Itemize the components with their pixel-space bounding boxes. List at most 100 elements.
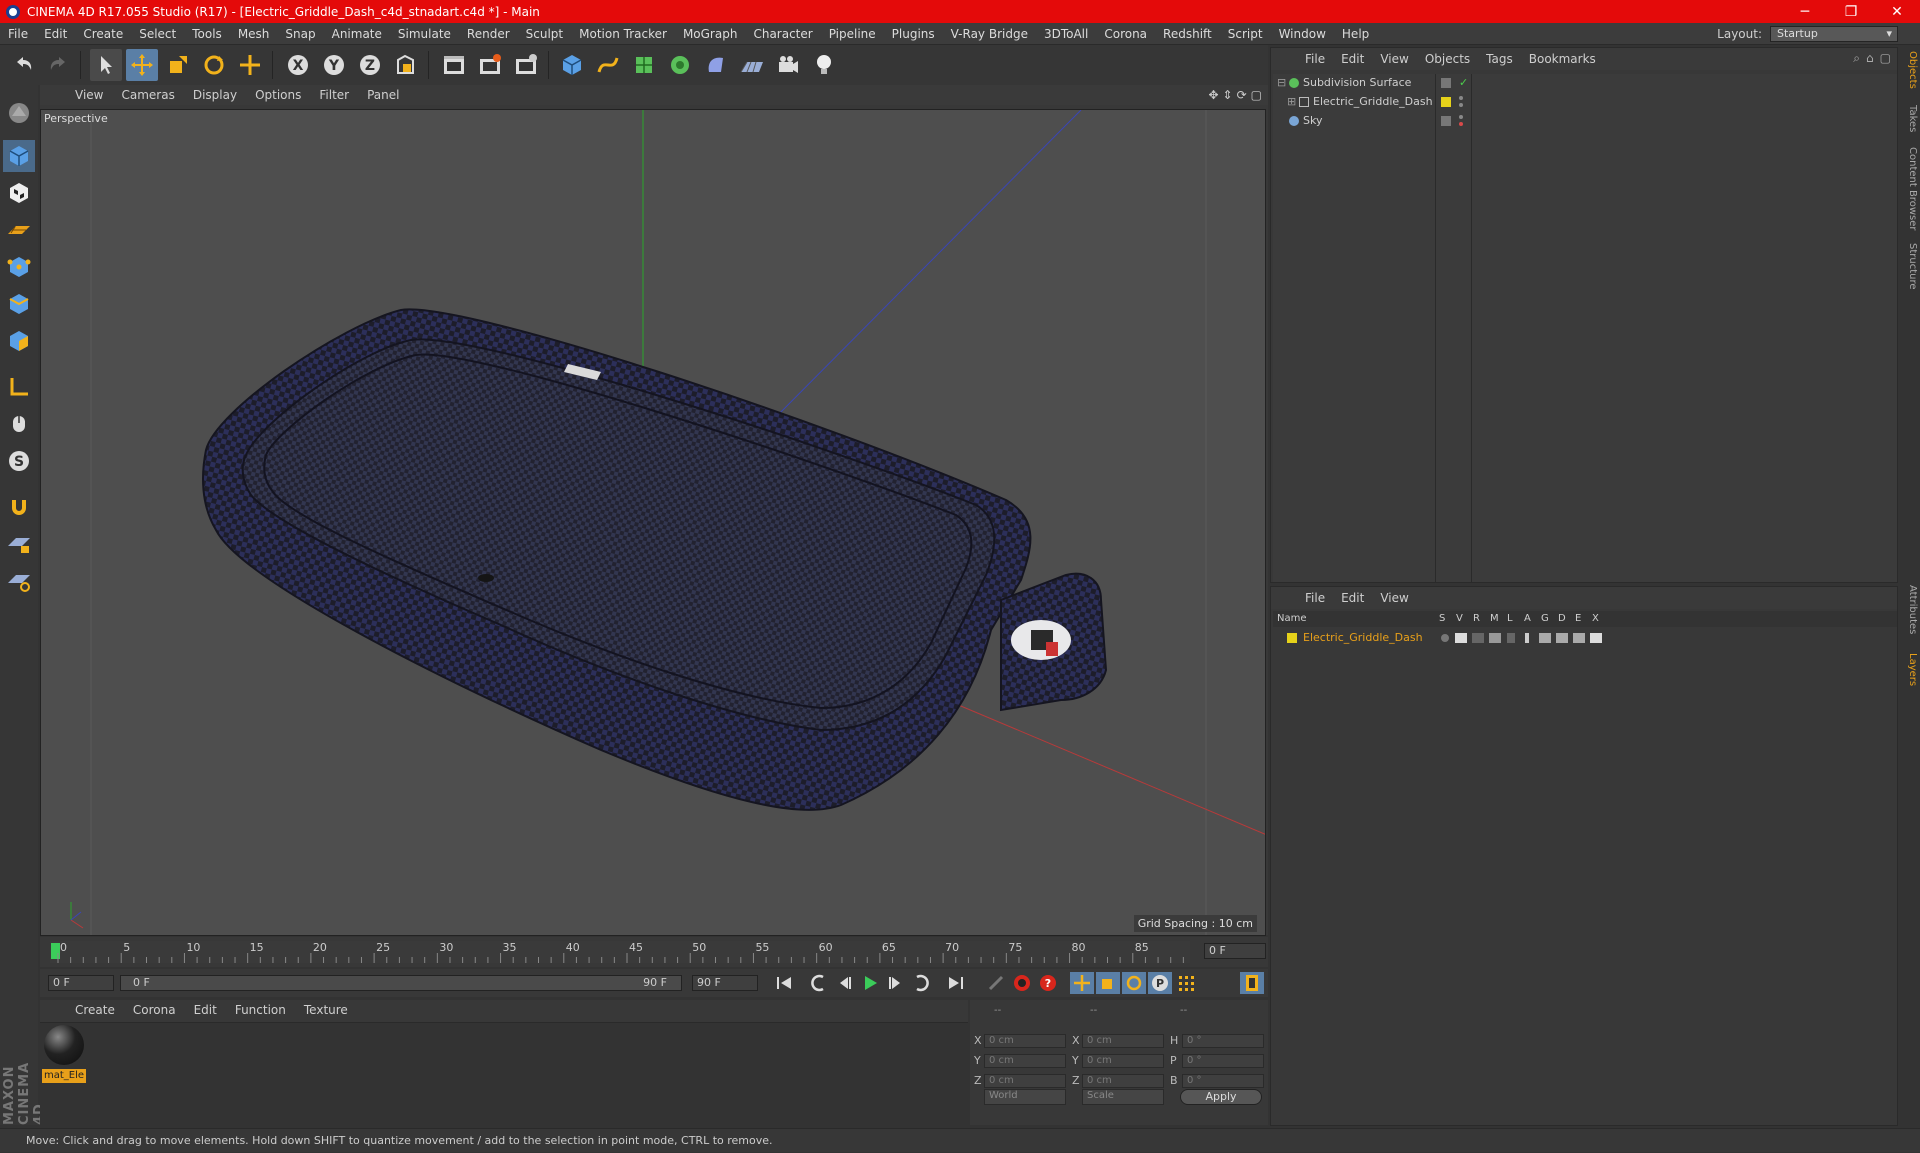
minimize-button[interactable]: ─ <box>1782 4 1828 20</box>
layer-row-electric-griddle-dash[interactable]: Electric_Griddle_Dash <box>1273 629 1897 647</box>
apply-button[interactable]: Apply <box>1180 1089 1262 1105</box>
objects-menu-view[interactable]: View <box>1372 52 1416 66</box>
object-visibility-icon[interactable] <box>1441 78 1451 88</box>
zoom-view-icon[interactable]: ⇕ <box>1223 88 1233 102</box>
size-y-field[interactable]: 0 cm <box>1082 1054 1164 1068</box>
menu-edit[interactable]: Edit <box>36 27 75 41</box>
layer-manager-icon[interactable] <box>1489 633 1501 643</box>
object-row-sky[interactable]: Sky <box>1273 112 1897 130</box>
menu-snap[interactable]: Snap <box>277 27 323 41</box>
home-icon[interactable]: ⌂ <box>1866 51 1874 66</box>
layer-animation-icon[interactable] <box>1525 633 1529 643</box>
scale-tool-button[interactable] <box>162 49 194 81</box>
layers-menu-file[interactable]: File <box>1297 591 1333 605</box>
layer-xref-icon[interactable] <box>1590 633 1602 643</box>
undo-button[interactable] <box>8 49 40 81</box>
current-frame-field[interactable]: 0 F <box>1204 943 1266 959</box>
menu-vray-bridge[interactable]: V-Ray Bridge <box>943 27 1036 41</box>
edit-render-settings-button[interactable] <box>510 49 542 81</box>
previous-frame-button[interactable] <box>832 972 856 994</box>
material-menu-function[interactable]: Function <box>226 1003 295 1017</box>
object-visibility-icon[interactable] <box>1441 116 1451 126</box>
search-icon[interactable]: ⌕ <box>1853 51 1860 66</box>
move-tool-button[interactable] <box>126 49 158 81</box>
menu-corona[interactable]: Corona <box>1096 27 1155 41</box>
menu-script[interactable]: Script <box>1220 27 1271 41</box>
size-x-field[interactable]: 0 cm <box>1082 1034 1164 1048</box>
layers-menu-edit[interactable]: Edit <box>1333 591 1372 605</box>
enabled-checkmark-icon[interactable]: ✓ <box>1459 74 1468 92</box>
viewport-menu-panel[interactable]: Panel <box>358 88 408 102</box>
start-frame-field[interactable]: 0 F <box>48 975 114 991</box>
tab-attributes[interactable]: Attributes <box>1902 585 1918 634</box>
menu-motion-tracker[interactable]: Motion Tracker <box>571 27 675 41</box>
menu-file[interactable]: File <box>0 27 36 41</box>
menu-character[interactable]: Character <box>745 27 820 41</box>
size-mode-dropdown[interactable]: Scale <box>1082 1089 1164 1105</box>
3d-viewport[interactable]: Perspective Grid Spacing : 10 cm <box>40 109 1266 936</box>
snapping-button[interactable]: S <box>3 445 35 477</box>
layer-solo-icon[interactable] <box>1441 634 1449 642</box>
planar-workplane-button[interactable] <box>3 565 35 597</box>
menu-simulate[interactable]: Simulate <box>390 27 459 41</box>
menu-mesh[interactable]: Mesh <box>230 27 278 41</box>
coordinate-system-button[interactable] <box>390 49 422 81</box>
axis-mode-button[interactable] <box>3 371 35 403</box>
restore-button[interactable]: ❐ <box>1828 4 1874 20</box>
transform-tool-button[interactable] <box>234 49 266 81</box>
tweak-mode-button[interactable] <box>3 408 35 440</box>
redo-button[interactable] <box>42 49 74 81</box>
previous-key-button[interactable] <box>806 972 830 994</box>
rotation-b-field[interactable]: 0 ° <box>1182 1074 1264 1088</box>
layer-expressions-icon[interactable] <box>1573 633 1585 643</box>
maximize-view-icon[interactable]: ▢ <box>1251 88 1262 102</box>
layers-menu-view[interactable]: View <box>1372 591 1416 605</box>
menu-plugins[interactable]: Plugins <box>884 27 943 41</box>
objects-menu-bookmarks[interactable]: Bookmarks <box>1521 52 1604 66</box>
play-forward-button[interactable] <box>858 972 882 994</box>
layer-color-icon[interactable] <box>1287 633 1297 643</box>
render-view-button[interactable] <box>438 49 470 81</box>
viewport-menu-filter[interactable]: Filter <box>310 88 358 102</box>
rotation-h-field[interactable]: 0 ° <box>1182 1034 1264 1048</box>
position-y-field[interactable]: 0 cm <box>984 1054 1066 1068</box>
menu-window[interactable]: Window <box>1271 27 1334 41</box>
layout-dropdown[interactable]: Startup <box>1770 26 1898 42</box>
tree-expand-icon[interactable]: ⊞ <box>1287 93 1296 111</box>
key-position-button[interactable] <box>1070 972 1094 994</box>
maximize-panel-icon[interactable]: ▢ <box>1880 51 1891 66</box>
material-menu-create[interactable]: Create <box>66 1003 124 1017</box>
render-picture-viewer-button[interactable] <box>474 49 506 81</box>
position-x-field[interactable]: 0 cm <box>984 1034 1066 1048</box>
viewport-menu-options[interactable]: Options <box>246 88 310 102</box>
next-frame-button[interactable] <box>884 972 908 994</box>
go-to-end-button[interactable] <box>944 972 968 994</box>
layer-generators-icon[interactable] <box>1539 633 1551 643</box>
cube-primitive-button[interactable] <box>556 49 588 81</box>
preview-range-slider[interactable]: 0 F 90 F <box>120 975 682 991</box>
position-z-field[interactable]: 0 cm <box>984 1074 1066 1088</box>
record-active-objects-button[interactable] <box>1010 972 1034 994</box>
polygons-mode-button[interactable] <box>3 325 35 357</box>
model-mode-button[interactable] <box>3 140 35 172</box>
tree-expand-icon[interactable]: ⊟ <box>1277 74 1286 92</box>
mograph-cloner-button[interactable] <box>664 49 696 81</box>
object-row-subdivision-surface[interactable]: ⊟ Subdivision Surface ✓ <box>1273 74 1897 92</box>
playhead-marker[interactable] <box>51 943 60 959</box>
camera-button[interactable] <box>772 49 804 81</box>
edges-mode-button[interactable] <box>3 288 35 320</box>
rotation-p-field[interactable]: 0 ° <box>1182 1054 1264 1068</box>
motion-record-button[interactable] <box>984 972 1008 994</box>
pan-view-icon[interactable]: ✥ <box>1208 88 1218 102</box>
menu-redshift[interactable]: Redshift <box>1155 27 1220 41</box>
material-menu-edit[interactable]: Edit <box>185 1003 226 1017</box>
locked-workplane-button[interactable] <box>3 528 35 560</box>
object-row-electric-griddle-dash[interactable]: ⊞ Electric_Griddle_Dash <box>1273 93 1897 111</box>
workplane-mode-button[interactable] <box>3 214 35 246</box>
coordinate-system-dropdown[interactable]: World <box>984 1089 1066 1105</box>
spline-pen-button[interactable] <box>592 49 624 81</box>
close-button[interactable]: ✕ <box>1874 4 1920 20</box>
z-axis-lock-button[interactable]: Z <box>354 49 386 81</box>
light-button[interactable] <box>808 49 840 81</box>
key-pla-button[interactable] <box>1174 972 1198 994</box>
